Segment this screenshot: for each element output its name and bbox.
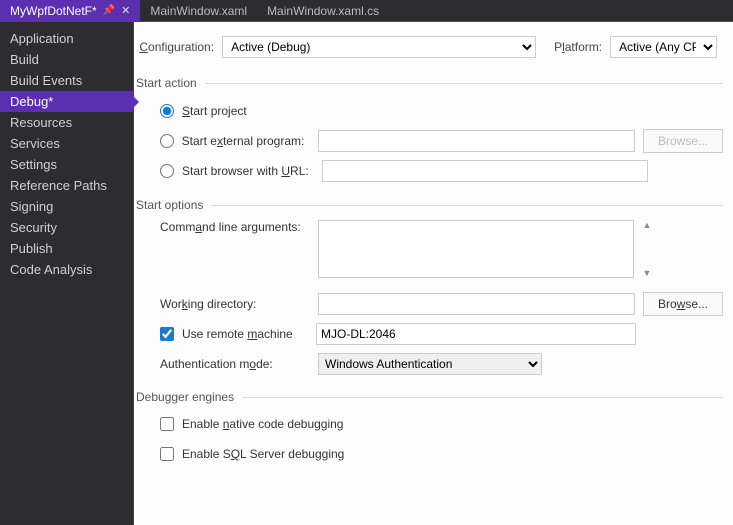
configuration-select[interactable]: Active (Debug) — [222, 36, 536, 58]
tab-active-project[interactable]: MyWpfDotNetF* 📌 ✕ — [0, 0, 140, 21]
content-pane: Configuration: Active (Debug) Platform: … — [133, 22, 733, 525]
use-remote-checkbox[interactable] — [160, 327, 174, 341]
auth-mode-label: Authentication mode: — [160, 357, 310, 371]
tab-label: MyWpfDotNetF* — [10, 4, 97, 18]
sidebar-item-debug[interactable]: Debug* — [0, 91, 133, 112]
platform-label: Platform: — [554, 40, 602, 54]
cmd-args-label: Command line arguments: — [160, 220, 310, 234]
sidebar-item-reference-paths[interactable]: Reference Paths — [0, 175, 133, 196]
sidebar-item-build[interactable]: Build — [0, 49, 133, 70]
auth-mode-select[interactable]: Windows Authentication — [318, 353, 542, 375]
working-dir-input[interactable] — [318, 293, 635, 315]
divider — [205, 83, 723, 84]
divider — [211, 205, 723, 206]
start-project-radio[interactable] — [160, 104, 174, 118]
sidebar-item-publish[interactable]: Publish — [0, 238, 133, 259]
tab-mainwindow-xaml[interactable]: MainWindow.xaml — [140, 0, 257, 21]
start-browser-label: Start browser with URL: — [182, 164, 314, 178]
section-title: Debugger engines — [136, 390, 234, 404]
enable-native-checkbox[interactable] — [160, 417, 174, 431]
start-external-label: Start external program: — [182, 134, 310, 148]
external-program-input[interactable] — [318, 130, 635, 152]
scrollbar[interactable]: ▲▼ — [642, 220, 652, 278]
working-dir-label: Working directory: — [160, 297, 310, 311]
sidebar-item-services[interactable]: Services — [0, 133, 133, 154]
pin-icon[interactable]: 📌 — [103, 5, 115, 16]
cmd-args-input[interactable] — [318, 220, 634, 278]
divider — [242, 397, 723, 398]
sidebar-item-signing[interactable]: Signing — [0, 196, 133, 217]
section-start-action: Start action — [136, 76, 723, 90]
enable-sql-label: Enable SQL Server debugging — [182, 447, 344, 461]
tab-label: MainWindow.xaml — [150, 4, 247, 18]
close-icon[interactable]: ✕ — [121, 4, 130, 17]
sidebar-item-settings[interactable]: Settings — [0, 154, 133, 175]
start-project-label: Start project — [182, 104, 247, 118]
platform-select[interactable]: Active (Any CPU) — [610, 36, 717, 58]
enable-sql-checkbox[interactable] — [160, 447, 174, 461]
sidebar-item-code-analysis[interactable]: Code Analysis — [0, 259, 133, 280]
section-start-options: Start options — [136, 198, 723, 212]
configuration-label: Configuration: — [136, 40, 214, 54]
tab-bar: MyWpfDotNetF* 📌 ✕ MainWindow.xaml MainWi… — [0, 0, 733, 22]
sidebar-item-build-events[interactable]: Build Events — [0, 70, 133, 91]
section-title: Start options — [136, 198, 203, 212]
section-debugger-engines: Debugger engines — [136, 390, 723, 404]
property-pages-sidebar: Application Build Build Events Debug* Re… — [0, 22, 133, 525]
browse-working-dir-button[interactable]: Browse... — [643, 292, 723, 316]
browser-url-input[interactable] — [322, 160, 648, 182]
section-title: Start action — [136, 76, 197, 90]
tab-mainwindow-xaml-cs[interactable]: MainWindow.xaml.cs — [257, 0, 389, 21]
sidebar-item-resources[interactable]: Resources — [0, 112, 133, 133]
browse-external-button[interactable]: Browse... — [643, 129, 723, 153]
tab-label: MainWindow.xaml.cs — [267, 4, 379, 18]
start-external-radio[interactable] — [160, 134, 174, 148]
enable-native-label: Enable native code debugging — [182, 417, 343, 431]
remote-machine-input[interactable] — [316, 323, 636, 345]
use-remote-label: Use remote machine — [182, 327, 308, 341]
sidebar-item-application[interactable]: Application — [0, 28, 133, 49]
sidebar-item-security[interactable]: Security — [0, 217, 133, 238]
start-browser-radio[interactable] — [160, 164, 174, 178]
